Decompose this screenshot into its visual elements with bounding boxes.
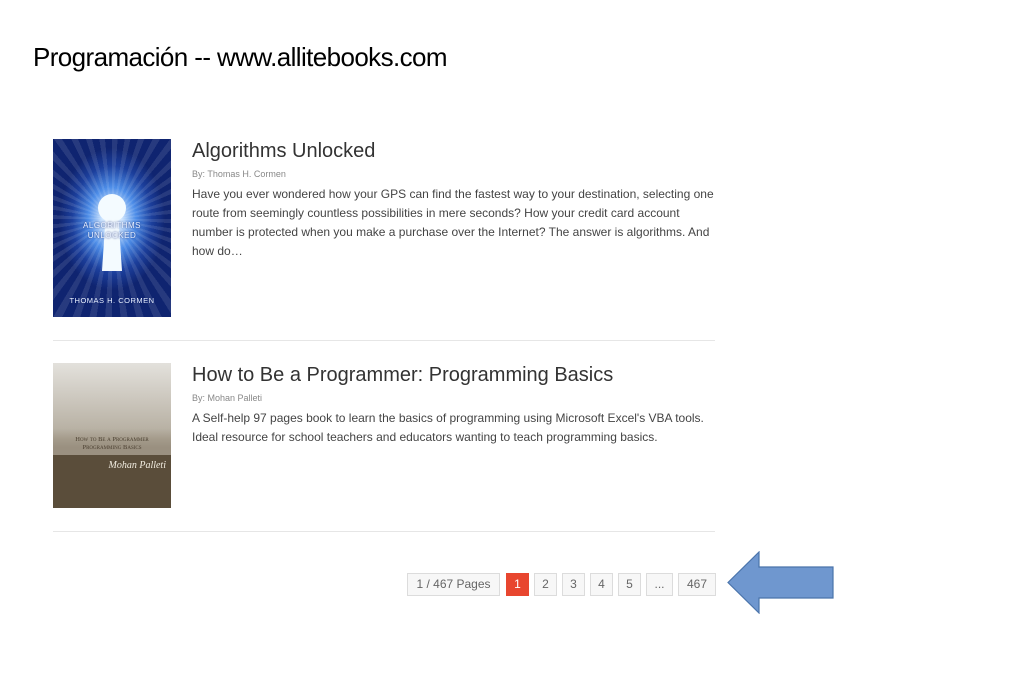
page-link-5[interactable]: 5 (618, 573, 641, 596)
book-list-item: How to Be a Programmer Programming Basic… (53, 363, 715, 531)
book-list-item: ALGORITHMS UNLOCKED THOMAS H. CORMEN Alg… (53, 139, 715, 339)
book-description: Have you ever wondered how your GPS can … (192, 187, 714, 258)
page-link-4[interactable]: 4 (590, 573, 613, 596)
divider (53, 340, 715, 341)
left-arrow-icon (727, 551, 834, 614)
book-title-link[interactable]: Algorithms Unlocked (192, 139, 715, 163)
divider (53, 531, 715, 532)
cover-author: Mohan Palleti (108, 460, 167, 471)
page-link-last[interactable]: 467 (678, 573, 716, 596)
cover-title-line1: How to Be a Programmer (75, 436, 149, 443)
book-cover-image[interactable]: ALGORITHMS UNLOCKED THOMAS H. CORMEN (53, 139, 171, 317)
book-description: A Self-help 97 pages book to learn the b… (192, 411, 704, 444)
page-link-1[interactable]: 1 (506, 573, 529, 596)
cover-author: THOMAS H. CORMEN (69, 296, 155, 305)
cover-title-line1: ALGORITHMS (83, 221, 141, 230)
cover-title-line2: UNLOCKED (87, 231, 137, 240)
page-summary: 1 / 467 Pages (407, 573, 500, 596)
book-author: By: Thomas H. Cormen (192, 169, 286, 179)
cover-title-line2: Programming Basics (82, 444, 142, 451)
book-author: By: Mohan Palleti (192, 393, 263, 403)
page-link-3[interactable]: 3 (562, 573, 585, 596)
slide-title: Programación -- www.allitebooks.com (33, 42, 448, 72)
page-link-2[interactable]: 2 (534, 573, 557, 596)
book-title-link[interactable]: How to Be a Programmer: Programming Basi… (192, 363, 715, 387)
page-ellipsis: ... (646, 573, 673, 596)
book-cover-image[interactable]: How to Be a Programmer Programming Basic… (53, 363, 171, 508)
